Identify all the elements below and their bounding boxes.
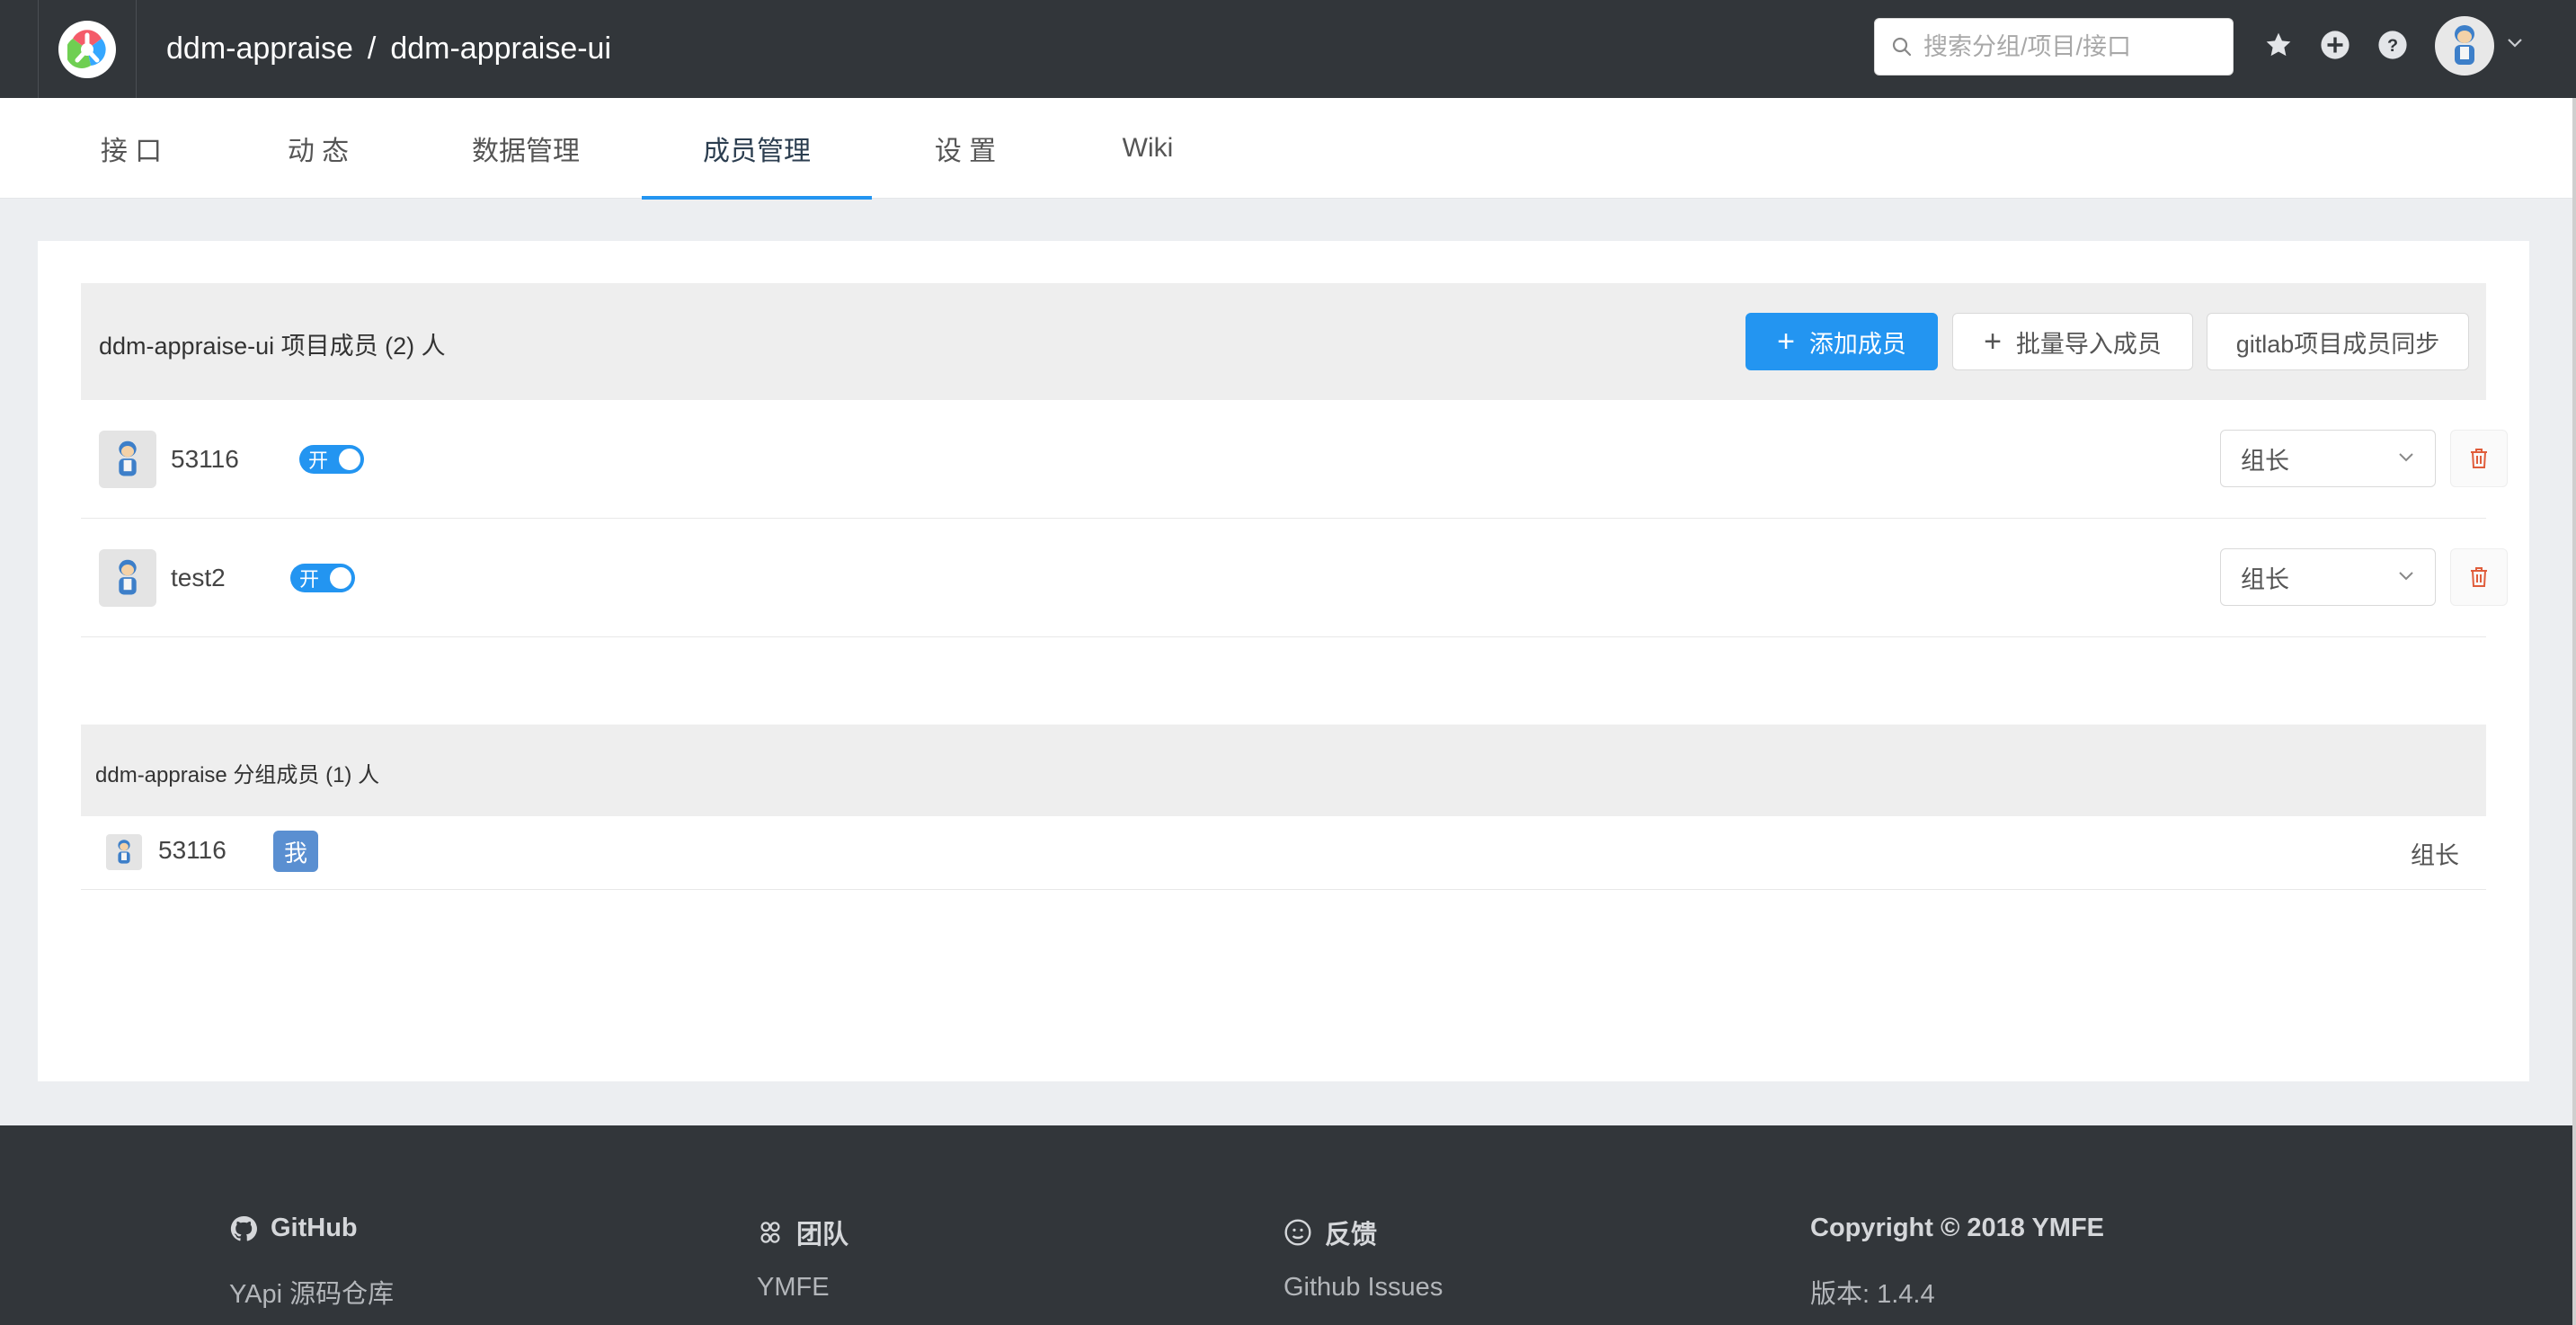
role-select[interactable]: 组长 — [2220, 430, 2436, 487]
avatar[interactable] — [2435, 16, 2494, 76]
project-members-title: ddm-appraise-ui 项目成员 (2) 人 — [99, 333, 446, 360]
plus-icon: + — [1984, 325, 2002, 359]
group-members-header: ddm-appraise 分组成员 (1) 人 — [81, 725, 2486, 816]
chevron-down-icon[interactable] — [2506, 36, 2524, 53]
footer-heading-github: GitHub — [229, 1214, 358, 1243]
tab-settings[interactable]: 设 置 — [908, 98, 1023, 199]
tab-interface[interactable]: 接 口 — [74, 98, 189, 199]
footer-copyright: Copyright © 2018 YMFE — [1810, 1214, 2104, 1243]
member-role: 组长 — [2411, 842, 2459, 869]
toggle-label: 开 — [299, 568, 320, 591]
avatar — [99, 549, 156, 607]
member-name: test2 — [171, 564, 226, 591]
add-member-button[interactable]: + 添加成员 — [1745, 313, 1938, 370]
footer-link-yapi-repo[interactable]: YApi 源码仓库 — [229, 1273, 394, 1311]
footer-heading-feedback: 反馈 — [1284, 1214, 1377, 1251]
trash-icon — [2471, 567, 2487, 587]
github-icon — [230, 1215, 257, 1241]
svg-text:?: ? — [2387, 36, 2398, 56]
smile-icon — [1284, 1219, 1311, 1246]
me-badge: 我 — [273, 831, 318, 872]
search-box[interactable] — [1874, 18, 2234, 76]
breadcrumb-group[interactable]: ddm-appraise — [166, 31, 353, 67]
tab-label: 动 态 — [287, 137, 350, 166]
breadcrumb: ddm-appraise / ddm-appraise-ui — [166, 0, 611, 98]
tab-data-management[interactable]: 数据管理 — [454, 98, 598, 199]
breadcrumb-separator: / — [367, 31, 377, 66]
scrollbar[interactable] — [2572, 98, 2576, 1325]
toggle-knob — [330, 567, 351, 589]
tab-label: 接 口 — [100, 137, 163, 166]
member-row: test2 开 组长 — [81, 519, 2508, 637]
tab-label: 设 置 — [934, 137, 997, 166]
tab-member-management[interactable]: 成员管理 — [642, 98, 872, 200]
group-members-title: ddm-appraise 分组成员 (1) 人 — [95, 763, 380, 787]
plus-icon: + — [1777, 325, 1795, 359]
member-card: ddm-appraise-ui 项目成员 (2) 人 + 添加成员 + 批量导入… — [38, 241, 2529, 1081]
toggle-label: 开 — [308, 449, 329, 472]
logo[interactable] — [38, 0, 137, 98]
footer-heading-text: GitHub — [271, 1214, 358, 1242]
footer-heading-team: 团队 — [757, 1214, 848, 1251]
batch-import-label: 批量导入成员 — [2015, 330, 2162, 358]
batch-import-button[interactable]: + 批量导入成员 — [1952, 313, 2193, 370]
footer-heading-text: 团队 — [796, 1221, 849, 1249]
gitlab-sync-label: gitlab项目成员同步 — [2235, 330, 2440, 358]
footer-heading-text: 反馈 — [1325, 1221, 1378, 1249]
footer-link-ymfe[interactable]: YMFE — [757, 1273, 830, 1303]
delete-button[interactable] — [2450, 430, 2508, 487]
role-value: 组长 — [2241, 447, 2289, 475]
footer-link-github-issues[interactable]: Github Issues — [1284, 1273, 1443, 1303]
gitlab-sync-button[interactable]: gitlab项目成员同步 — [2207, 313, 2469, 370]
member-row: 53116 开 组长 — [81, 400, 2508, 519]
chevron-down-icon — [2399, 572, 2413, 581]
chevron-down-icon — [2399, 453, 2413, 462]
top-header: ddm-appraise / ddm-appraise-ui ? — [0, 0, 2576, 98]
group-member-row: 53116 我 组长 — [81, 816, 2486, 890]
role-select[interactable]: 组长 — [2220, 548, 2436, 606]
tab-label: Wiki — [1122, 133, 1174, 163]
search-input[interactable] — [1923, 32, 2220, 61]
trash-icon — [2471, 449, 2487, 468]
role-value: 组长 — [2241, 565, 2289, 593]
tab-activity[interactable]: 动 态 — [261, 98, 376, 199]
yapi-logo-icon — [58, 20, 116, 78]
add-member-label: 添加成员 — [1808, 330, 1906, 358]
avatar — [99, 431, 156, 488]
toggle-knob — [339, 449, 360, 470]
tab-label: 成员管理 — [703, 137, 811, 166]
footer-heading-text: Copyright © 2018 YMFE — [1810, 1214, 2105, 1242]
member-name: 53116 — [158, 836, 227, 864]
footer-version: 版本: 1.4.4 — [1810, 1280, 1935, 1309]
search-icon — [1892, 37, 1912, 57]
tab-label: 数据管理 — [472, 137, 580, 166]
plus-circle-icon[interactable] — [2320, 30, 2350, 60]
team-icon — [760, 1222, 780, 1243]
notify-toggle[interactable]: 开 — [299, 445, 364, 474]
delete-button[interactable] — [2450, 548, 2508, 606]
star-icon[interactable] — [2263, 30, 2294, 60]
footer: GitHub YApi 源码仓库 团队 YMFE 反馈 Github Issue… — [0, 1125, 2576, 1325]
avatar — [106, 834, 142, 870]
project-tabs: 接 口 动 态 数据管理 成员管理 设 置 Wiki — [0, 98, 2576, 200]
tab-wiki[interactable]: Wiki — [1090, 98, 1205, 199]
breadcrumb-project[interactable]: ddm-appraise-ui — [390, 31, 611, 67]
question-circle-icon[interactable]: ? — [2377, 30, 2408, 60]
notify-toggle[interactable]: 开 — [290, 564, 355, 592]
member-name: 53116 — [171, 445, 239, 473]
